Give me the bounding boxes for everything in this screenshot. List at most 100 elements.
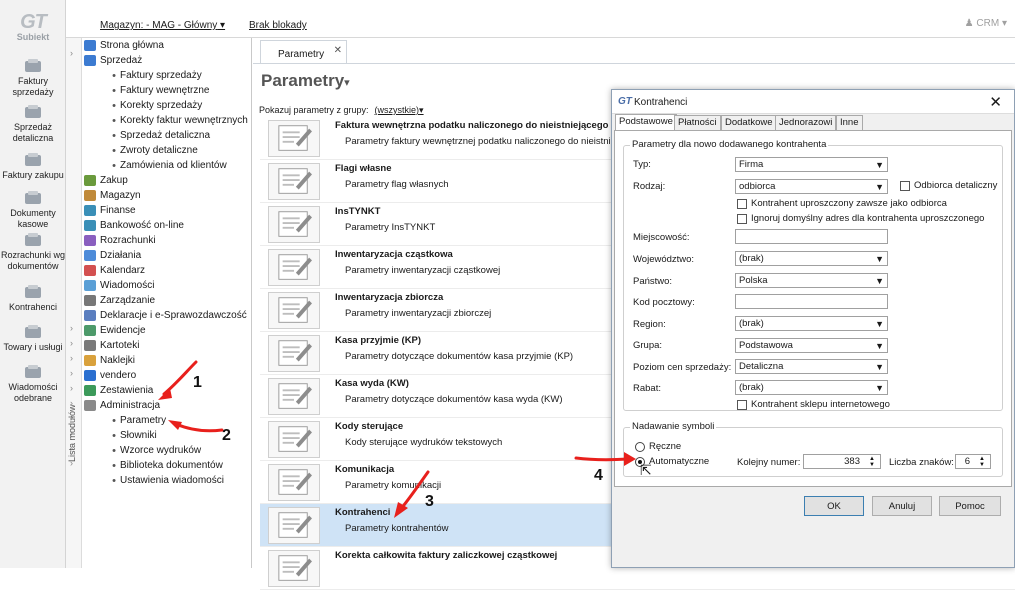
ignoruj-adres-checkbox[interactable]: Ignoruj domyślny adres dla kontrahenta u…: [737, 213, 984, 224]
leftnav-item-7[interactable]: Towary i usługi: [0, 324, 66, 353]
tab-jednorazowi[interactable]: Jednorazowi: [775, 115, 837, 130]
tree-item[interactable]: Deklaracje i e-Sprawozdawczość: [84, 309, 247, 322]
tree-item[interactable]: Ewidencje: [84, 324, 146, 337]
tab-parametry[interactable]: Parametry ✕: [260, 40, 347, 64]
tree-item[interactable]: Finanse: [84, 204, 136, 217]
chevron-right-icon[interactable]: ›: [70, 338, 73, 348]
parameter-title: InsTYNKT: [335, 206, 381, 217]
tree-item-label: Zamówienia od klientów: [120, 160, 227, 171]
tree-item[interactable]: Rozrachunki: [84, 234, 156, 247]
tree-item[interactable]: • Parametry: [102, 414, 166, 427]
group-filter-select[interactable]: (wszystkie)▾: [375, 105, 424, 115]
tree-item[interactable]: Kartoteki: [84, 339, 139, 352]
chevron-right-icon[interactable]: ›: [70, 368, 73, 378]
spin-arrows-icon[interactable]: ▲ ▼: [975, 456, 989, 468]
parameter-icon: [268, 550, 320, 587]
leftnav-item-4[interactable]: Dokumenty kasowe: [0, 190, 66, 230]
tab-podstawowe[interactable]: Podstawowe: [615, 114, 677, 131]
crm-menu[interactable]: ♟ CRM ▾: [965, 18, 1007, 29]
tree-item[interactable]: Wiadomości: [84, 279, 154, 292]
magazyn-link[interactable]: Magazyn: - MAG - Główny ▾: [100, 20, 225, 31]
odbiorca-detaliczny-checkbox[interactable]: Odbiorca detaliczny: [900, 180, 997, 191]
chevron-right-icon[interactable]: ›: [70, 458, 73, 468]
rodzaj-select[interactable]: odbiorca ▼: [735, 179, 888, 194]
tab-inne[interactable]: Inne: [836, 115, 863, 130]
region-select[interactable]: (brak) ▼: [735, 316, 888, 331]
tree-item[interactable]: Zestawienia: [84, 384, 153, 397]
modules-strip[interactable]: Lista modułów › › › › › › › › › › ›: [66, 38, 82, 568]
tree-item[interactable]: • Faktury wewnętrzne: [102, 84, 209, 97]
app-logo: GT Subiekt: [16, 11, 50, 42]
parameter-desc: Parametry dotyczące dokumentów kasa wyda…: [345, 394, 563, 405]
close-icon[interactable]: ✕: [989, 93, 1002, 111]
sklep-internetowy-checkbox[interactable]: Kontrahent sklepu internetowego: [737, 399, 890, 410]
leftnav-item-3[interactable]: Faktury zakupu: [0, 152, 66, 181]
wojewodztwo-label: Województwo:: [633, 254, 695, 265]
ok-button[interactable]: OK: [804, 496, 864, 516]
uproszczony-checkbox[interactable]: Kontrahent uproszczony zawsze jako odbio…: [737, 198, 947, 209]
tree-item[interactable]: • Wzorce wydruków: [102, 444, 201, 457]
tree-item[interactable]: Kalendarz: [84, 264, 145, 277]
chevron-right-icon[interactable]: ›: [70, 428, 73, 438]
close-icon[interactable]: ✕: [334, 45, 342, 56]
chevron-right-icon[interactable]: ›: [70, 413, 73, 423]
panstwo-select[interactable]: Polska ▼: [735, 273, 888, 288]
reczne-radio[interactable]: Ręczne: [635, 441, 681, 452]
tree-item[interactable]: Zarządzanie: [84, 294, 155, 307]
kolejny-numer-stepper[interactable]: 383 ▲ ▼: [803, 454, 881, 469]
liczba-znakow-stepper[interactable]: 6 ▲ ▼: [955, 454, 991, 469]
tree-item[interactable]: Strona główna: [84, 39, 164, 52]
tree-item[interactable]: • Korekty sprzedaży: [102, 99, 202, 112]
tree-item[interactable]: Naklejki: [84, 354, 135, 367]
typ-select[interactable]: Firma ▼: [735, 157, 888, 172]
chevron-right-icon[interactable]: ›: [70, 443, 73, 453]
leftnav-item-6[interactable]: Kontrahenci: [0, 284, 66, 313]
tree-item[interactable]: Sprzedaż: [84, 54, 142, 67]
tree-item[interactable]: • Ustawienia wiadomości: [102, 474, 224, 487]
tree-item[interactable]: Bankowość on-line: [84, 219, 184, 232]
tree-item[interactable]: • Faktury sprzedaży: [102, 69, 202, 82]
wojewodztwo-select[interactable]: (brak) ▼: [735, 251, 888, 266]
tab-platnosci[interactable]: Płatności: [674, 115, 721, 130]
poziom-cen-select[interactable]: Detaliczna ▼: [735, 359, 888, 374]
chevron-right-icon[interactable]: ›: [70, 383, 73, 393]
leftnav-item-5[interactable]: Rozrachunki wg dokumentów: [0, 232, 66, 272]
chevron-right-icon[interactable]: ›: [70, 398, 73, 408]
miejscowosc-input[interactable]: [735, 229, 888, 244]
tree-item[interactable]: • Słowniki: [102, 429, 157, 442]
blokada-link[interactable]: Brak blokady: [249, 20, 307, 31]
rabat-select[interactable]: (brak) ▼: [735, 380, 888, 395]
leftnav-item-8[interactable]: Wiadomości odebrane: [0, 364, 66, 404]
annotation-3: 3: [425, 493, 434, 510]
navigation-tree: Strona główna Sprzedaż • Faktury sprzedaży •…: [82, 38, 252, 568]
parameter-icon: [268, 378, 320, 415]
module-icon: [84, 250, 96, 261]
leftnav-item-2[interactable]: Sprzedaż detaliczna: [0, 104, 66, 144]
tree-item[interactable]: • Sprzedaż detaliczna: [102, 129, 210, 142]
tree-item[interactable]: Działania: [84, 249, 141, 262]
tree-item[interactable]: Zakup: [84, 174, 128, 187]
mail-icon: [21, 364, 45, 380]
cancel-button[interactable]: Anuluj: [872, 496, 932, 516]
tree-item[interactable]: vendero: [84, 369, 136, 382]
spin-arrows-icon[interactable]: ▲ ▼: [865, 456, 879, 468]
chevron-right-icon[interactable]: ›: [70, 323, 73, 333]
tree-item[interactable]: Administracja: [84, 399, 160, 412]
leftnav-item-1[interactable]: Faktury sprzedaży: [0, 58, 66, 98]
help-button[interactable]: Pomoc: [939, 496, 1001, 516]
kod-pocztowy-label: Kod pocztowy:: [633, 297, 695, 308]
tree-item-label: Ustawienia wiadomości: [120, 475, 224, 486]
chevron-right-icon[interactable]: ›: [70, 353, 73, 363]
tab-dodatkowe[interactable]: Dodatkowe: [721, 115, 777, 130]
grupa-select[interactable]: Podstawowa ▼: [735, 338, 888, 353]
kod-pocztowy-input[interactable]: [735, 294, 888, 309]
chevron-right-icon[interactable]: ›: [70, 48, 73, 58]
tree-item[interactable]: • Zwroty detaliczne: [102, 144, 198, 157]
annotation-1: 1: [193, 374, 202, 391]
tree-item[interactable]: Magazyn: [84, 189, 141, 202]
dialog-title: Kontrahenci: [634, 97, 688, 108]
page-title[interactable]: Parametry▾: [261, 71, 350, 91]
tree-item[interactable]: • Zamówienia od klientów: [102, 159, 227, 172]
tree-item[interactable]: • Biblioteka dokumentów: [102, 459, 223, 472]
tree-item[interactable]: • Korekty faktur wewnętrznych: [102, 114, 248, 127]
